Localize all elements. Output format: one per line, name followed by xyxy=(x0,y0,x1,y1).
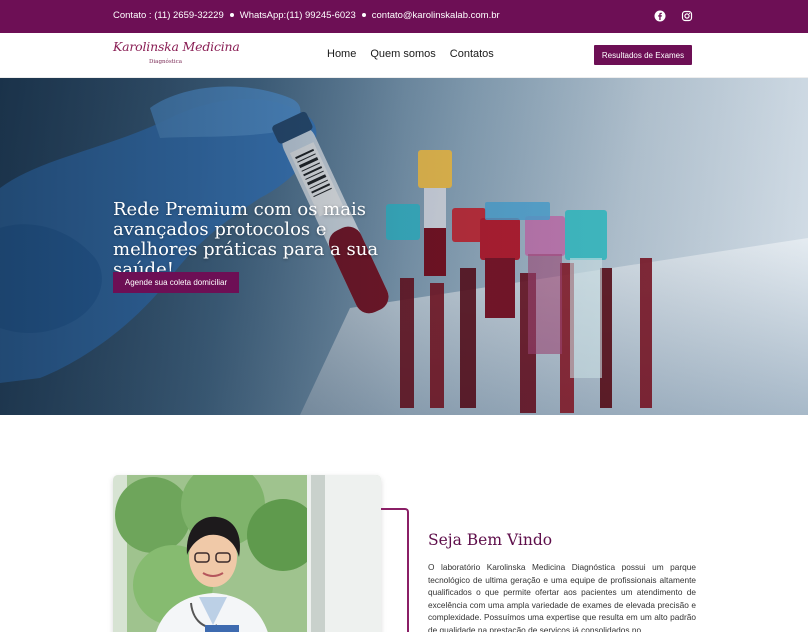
logo-subtitle: Diagnóstica xyxy=(149,59,182,65)
hero-heading: Rede Premium com os mais avançados proto… xyxy=(113,199,379,280)
separator-dot xyxy=(361,12,366,17)
schedule-collection-button[interactable]: Agende sua coleta domiciliar xyxy=(113,272,239,293)
facebook-icon[interactable] xyxy=(654,10,666,22)
whatsapp-text[interactable]: WhatsApp:(11) 99245-6023 xyxy=(240,10,356,21)
nav-contatos[interactable]: Contatos xyxy=(450,48,494,60)
logo-script: Karolinska Medicina xyxy=(113,39,240,54)
nav-quem-somos[interactable]: Quem somos xyxy=(370,48,435,60)
welcome-heading: Seja Bem Vindo xyxy=(428,531,553,549)
instagram-icon[interactable] xyxy=(681,10,693,22)
social-links xyxy=(654,10,693,22)
email-link[interactable]: contato@karolinskalab.com.br xyxy=(372,10,500,21)
results-button[interactable]: Resultados de Exames xyxy=(594,45,692,65)
nav-menu: Home Quem somos Contatos xyxy=(327,48,494,60)
doctor-photo xyxy=(113,475,381,632)
contact-info: Contato : (11) 2659-32229 WhatsApp:(11) … xyxy=(113,10,500,21)
decorative-accent-line xyxy=(381,508,409,632)
hero-banner: Rede Premium com os mais avançados proto… xyxy=(0,78,808,415)
main-navbar: Karolinska Medicina Diagnóstica Home Que… xyxy=(0,33,808,78)
doctor-illustration xyxy=(113,475,381,632)
contact-topbar: Contato : (11) 2659-32229 WhatsApp:(11) … xyxy=(0,0,808,33)
welcome-paragraph: O laboratório Karolinska Medicina Diagnó… xyxy=(428,562,696,632)
separator-dot xyxy=(229,12,234,17)
logo[interactable]: Karolinska Medicina Diagnóstica xyxy=(113,39,240,71)
phone-text: Contato : (11) 2659-32229 xyxy=(113,10,224,21)
nav-home[interactable]: Home xyxy=(327,48,356,60)
